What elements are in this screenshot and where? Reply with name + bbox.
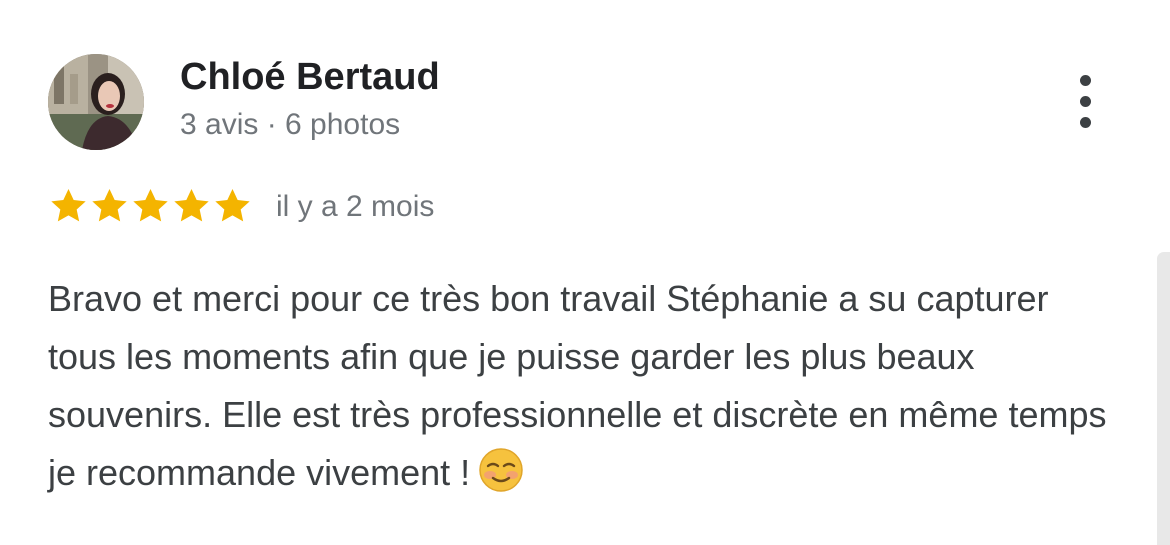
review-timestamp: il y a 2 mois xyxy=(276,190,435,223)
review-text: Bravo et merci pour ce très bon travail … xyxy=(48,270,1118,510)
star-icon xyxy=(133,189,168,222)
author-name[interactable]: Chloé Bertaud xyxy=(180,56,440,99)
more-options-button[interactable] xyxy=(1064,70,1108,134)
star-icon xyxy=(92,189,127,222)
star-icon xyxy=(51,189,86,222)
star-icon xyxy=(215,189,250,222)
smiling-blushing-face-emoji-icon xyxy=(478,447,524,510)
review-card: Chloé Bertaud 3 avis · 6 photos il y a 2… xyxy=(0,0,1170,545)
review-body: Bravo et merci pour ce très bon travail … xyxy=(48,278,1107,493)
author-meta: 3 avis · 6 photos xyxy=(180,108,401,141)
user-photo-icon xyxy=(48,54,144,150)
star-rating xyxy=(48,186,253,226)
star-icon xyxy=(174,189,209,222)
scrollbar[interactable] xyxy=(1157,252,1170,545)
author-avatar[interactable] xyxy=(48,54,144,150)
